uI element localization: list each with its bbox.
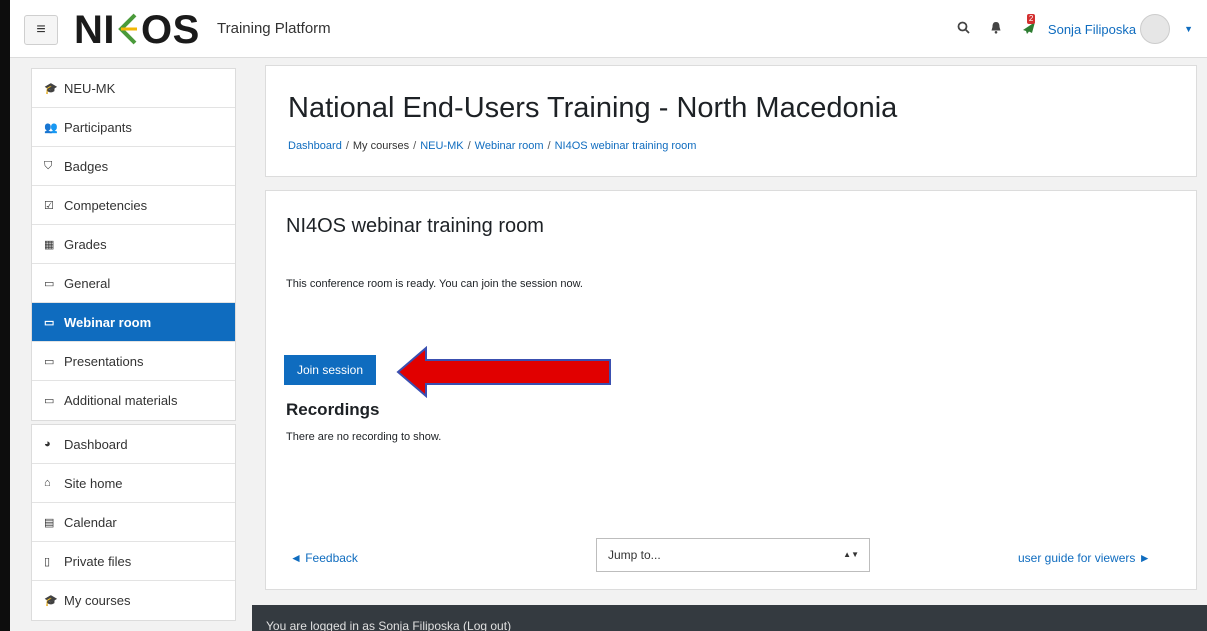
top-navbar: ≡ NI OS Training Platform 2 Sonja Filipo… (10, 0, 1207, 58)
messages-badge: 2 (1026, 13, 1036, 24)
sidebar-item-webinar-room[interactable]: ▭ Webinar room (32, 303, 235, 342)
recordings-heading: Recordings (286, 400, 380, 419)
home-icon: ⌂ (44, 477, 51, 489)
select-arrows-icon: ▲▼ (843, 550, 859, 559)
page-header: National End-Users Training - North Mace… (265, 65, 1197, 177)
sidebar-item-competencies[interactable]: ☑ Competencies (32, 186, 235, 225)
join-session-button[interactable]: Join session (284, 355, 376, 385)
sidebar-item-general[interactable]: ▭ General (32, 264, 235, 303)
room-status-text: This conference room is ready. You can j… (286, 278, 583, 290)
user-guide-link[interactable]: user guide for viewers ► (1018, 551, 1151, 565)
logout-link[interactable]: (Log out) (463, 619, 511, 631)
sidebar-item-site-home[interactable]: ⌂ Site home (32, 464, 235, 503)
site-name[interactable]: Training Platform (217, 20, 331, 37)
user-name-link[interactable]: Sonja Filiposka (1048, 22, 1136, 37)
window-edge (0, 0, 10, 631)
sidebar-item-dashboard[interactable]: ◕ Dashboard (32, 425, 235, 464)
hamburger-icon: ≡ (36, 21, 46, 38)
graduation-cap-icon: 🎓 (44, 595, 58, 607)
sidebar-item-participants[interactable]: 👥 Participants (32, 108, 235, 147)
dashboard-icon: ◕ (44, 438, 51, 450)
site-nav-group: ◕ Dashboard ⌂ Site home ▤ Calendar ▯ Private… (31, 424, 236, 621)
file-icon: ▯ (44, 555, 51, 568)
login-info: You are logged in as Sonja Filiposka (Lo… (266, 619, 512, 631)
no-recordings-text: There are no recording to show. (286, 431, 442, 443)
sidebar-item-neu-mk[interactable]: 🎓 NEU-MK (32, 69, 235, 108)
sidebar-item-calendar[interactable]: ▤ Calendar (32, 503, 235, 542)
room-title: NI4OS webinar training room (286, 215, 544, 237)
red-arrow-annotation (396, 346, 611, 398)
folder-icon: ▭ (44, 395, 55, 407)
messages-toggle[interactable]: 2 (1022, 13, 1036, 38)
folder-icon: ▭ (44, 355, 55, 368)
jump-to-select[interactable]: Jump to... ▲▼ (596, 538, 870, 572)
folder-icon: ▭ (44, 277, 55, 290)
shield-icon: ⛉ (44, 159, 53, 172)
course-nav-group: 🎓 NEU-MK 👥 Participants ⛉ Badges ☑ Competenc… (31, 68, 236, 421)
jump-to-value: Jump to... (608, 548, 661, 562)
caret-down-icon[interactable]: ▼ (1184, 24, 1193, 34)
user-nav: 2 Sonja Filiposka ▼ (957, 0, 1207, 58)
sidebar-item-my-courses[interactable]: 🎓 My courses (32, 581, 235, 620)
nav-drawer: 🎓 NEU-MK 👥 Participants ⛉ Badges ☑ Competenc… (31, 68, 236, 621)
sidebar-item-additional-materials[interactable]: ▭ Additional materials (32, 381, 235, 420)
site-logo[interactable]: NI OS (74, 10, 200, 50)
sidebar-item-grades[interactable]: ▦ Grades (32, 225, 235, 264)
breadcrumb-webinar-room[interactable]: Webinar room (475, 140, 544, 152)
breadcrumb-webinar-training-room[interactable]: NI4OS webinar training room (555, 140, 697, 152)
calendar-icon: ▤ (44, 516, 55, 529)
breadcrumb-dashboard[interactable]: Dashboard (288, 140, 342, 152)
folder-icon: ▭ (44, 316, 55, 329)
feedback-link[interactable]: ◄ Feedback (290, 551, 358, 565)
table-icon: ▦ (44, 238, 55, 251)
footer-user-link[interactable]: Sonja Filiposka (378, 619, 459, 631)
sidebar-item-private-files[interactable]: ▯ Private files (32, 542, 235, 581)
menu-toggle-button[interactable]: ≡ (24, 15, 58, 45)
sidebar-item-badges[interactable]: ⛉ Badges (32, 147, 235, 186)
graduation-cap-icon: 🎓 (44, 82, 58, 95)
avatar[interactable] (1140, 14, 1171, 44)
bell-icon[interactable] (990, 21, 1002, 37)
checkbox-icon: ☑ (44, 199, 54, 212)
logo-leaf-icon (118, 13, 137, 45)
sidebar-item-presentations[interactable]: ▭ Presentations (32, 342, 235, 381)
users-icon: 👥 (44, 121, 58, 134)
breadcrumb: Dashboard / My courses / NEU-MK / Webinar room… (288, 140, 697, 152)
page-footer: You are logged in as Sonja Filiposka (Lo… (252, 605, 1207, 631)
breadcrumb-my-courses: My courses (352, 140, 410, 152)
search-icon[interactable] (957, 21, 970, 37)
page-title: National End-Users Training - North Mace… (288, 92, 898, 124)
breadcrumb-neu-mk[interactable]: NEU-MK (420, 140, 463, 152)
